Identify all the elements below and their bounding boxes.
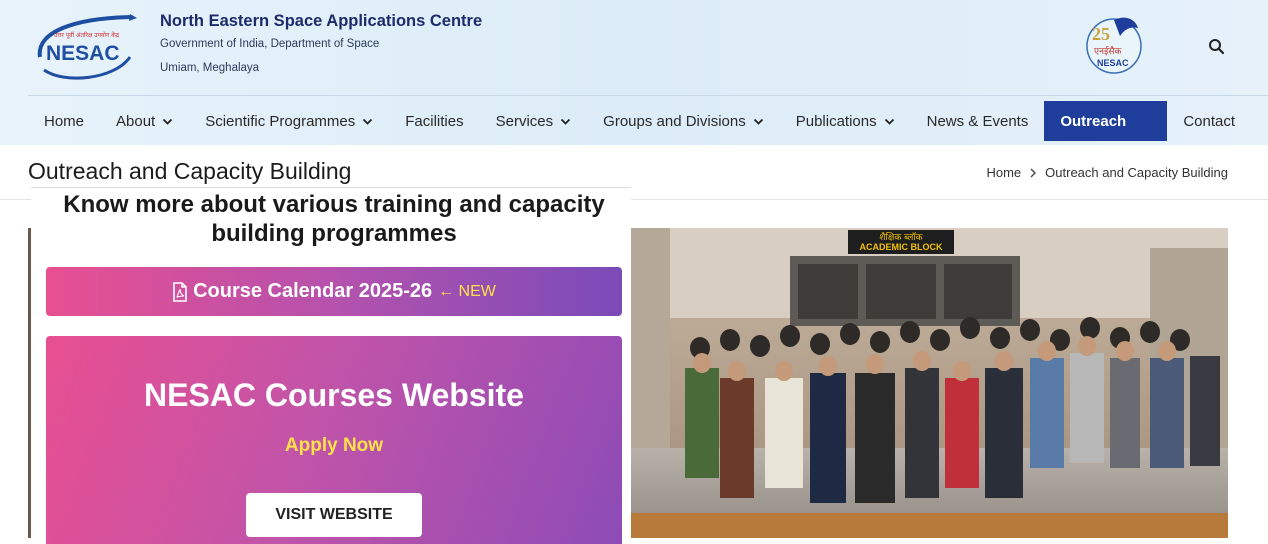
search-icon[interactable] (1206, 36, 1228, 58)
emblem-hindi: एनईसैक (1094, 45, 1122, 57)
group-photo: शैक्षिक ब्लॉक ACADEMIC BLOCK (630, 228, 1228, 538)
nav-label: Outreach (1060, 112, 1127, 130)
nav-about[interactable]: About (100, 101, 189, 141)
nav-news-events[interactable]: News & Events (911, 101, 1045, 141)
visit-website-button[interactable]: VISIT WEBSITE (246, 493, 422, 537)
logo-hindi-text: उत्तर पूर्वी अंतरिक्ष उपयोग केंद्र (54, 31, 120, 39)
nav-home[interactable]: Home (28, 101, 100, 141)
popup-heading: Know more about various training and cap… (63, 191, 605, 247)
nav-contact[interactable]: Contact (1167, 101, 1251, 141)
header-divider (28, 95, 1268, 96)
chevron-down-icon (163, 118, 173, 125)
chevron-right-icon (1030, 168, 1037, 177)
chevron-down-icon (363, 118, 373, 125)
nav-publications[interactable]: Publications (780, 101, 911, 141)
nav-label: Scientific Programmes (205, 112, 356, 130)
main-nav: Home About Scientific Programmes Facilit… (28, 101, 1251, 141)
org-name: North Eastern Space Applications Centre (160, 12, 483, 30)
emblem-text: NESAC (1097, 58, 1129, 68)
nav-label: Publications (795, 112, 877, 130)
nav-scientific-programmes[interactable]: Scientific Programmes (189, 101, 389, 141)
chevron-down-icon (884, 118, 894, 125)
pdf-file-icon (173, 281, 187, 302)
nav-label: News & Events (926, 112, 1029, 130)
new-badge: ← NEW (438, 282, 496, 300)
breadcrumb: Home Outreach and Capacity Building (986, 165, 1228, 180)
nav-label: Contact (1183, 112, 1236, 130)
apply-now-text: Apply Now (284, 435, 384, 456)
svg-text:25: 25 (1092, 24, 1110, 44)
breadcrumb-current: Outreach and Capacity Building (1045, 165, 1228, 180)
sign-english: ACADEMIC BLOCK (860, 242, 943, 252)
org-location: Umiam, Meghalaya (160, 62, 260, 74)
chevron-down-icon (753, 118, 763, 125)
nav-outreach[interactable]: Outreach (1044, 101, 1168, 141)
chevron-down-icon (561, 118, 571, 125)
nav-label: Groups and Divisions (603, 112, 746, 130)
nav-groups-divisions[interactable]: Groups and Divisions (587, 101, 780, 141)
course-calendar-label: Course Calendar 2025-26 (193, 280, 433, 302)
nav-facilities[interactable]: Facilities (389, 101, 479, 141)
anniversary-emblem: 25 एनईसैक NESAC (1086, 17, 1142, 74)
nav-label: Home (44, 112, 85, 130)
org-department: Government of India, Department of Space (160, 38, 380, 50)
logo-text: NESAC (46, 42, 120, 65)
courses-title: NESAC Courses Website (144, 377, 524, 413)
courses-website-card: NESAC Courses Website Apply Now VISIT WE… (46, 336, 622, 544)
breadcrumb-home[interactable]: Home (986, 165, 1021, 180)
page-title: Outreach and Capacity Building (28, 158, 352, 184)
nav-label: Facilities (405, 112, 464, 130)
nesac-logo[interactable]: उत्तर पूर्वी अंतरिक्ष उपयोग केंद्र NESAC (34, 12, 138, 82)
nav-label: Services (495, 112, 554, 130)
course-calendar-button[interactable]: Course Calendar 2025-26 ← NEW (46, 267, 622, 316)
site-header: उत्तर पूर्वी अंतरिक्ष उपयोग केंद्र NESAC… (0, 0, 1268, 145)
nav-label: About (116, 112, 156, 130)
training-popup: Know more about various training and cap… (31, 187, 631, 544)
nav-services[interactable]: Services (480, 101, 588, 141)
